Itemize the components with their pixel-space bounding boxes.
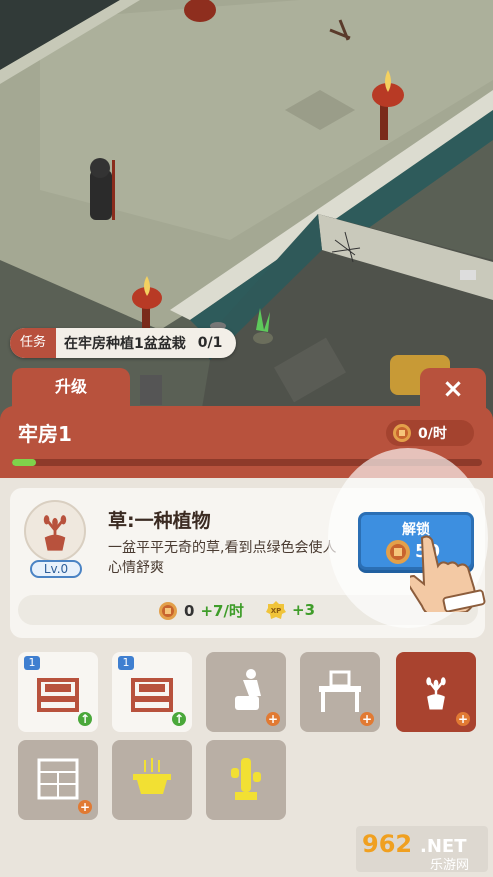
desk-icon — [319, 670, 361, 712]
income-rate-pill: 0/时 — [386, 420, 474, 446]
upgrade-arrow-icon: ↑ — [78, 712, 92, 726]
desk-slot[interactable]: + — [300, 652, 380, 732]
item-description: 一盆平平无奇的草,看到点绿色会使人心情舒爽 — [108, 540, 337, 576]
quest-tag: 任务 — [10, 328, 57, 358]
coin-icon — [386, 540, 410, 564]
cabinet-icon — [37, 758, 79, 800]
room-progress-fill — [12, 459, 36, 466]
svg-text:XP: XP — [271, 607, 282, 615]
quest-text: 在牢房种植1盆盆栽 — [64, 336, 186, 352]
add-plus-icon: + — [360, 712, 374, 726]
cactus-slot[interactable] — [206, 740, 286, 820]
site-watermark-logo: 962 .NET 乐游网 — [356, 826, 488, 872]
toilet-slot[interactable]: + — [206, 652, 286, 732]
svg-text:乐游网: 乐游网 — [430, 858, 469, 872]
add-plus-icon: + — [456, 712, 470, 726]
room-title: 牢房1 — [18, 422, 72, 446]
bed-slot-1[interactable]: 1 ↑ — [18, 652, 98, 732]
xp-icon: XP — [266, 601, 286, 619]
coin-icon — [159, 601, 177, 620]
reward-coin-rate: +7/时 — [200, 602, 244, 620]
upgrade-arrow-icon: ↑ — [172, 712, 186, 726]
tutorial-hand-icon — [410, 535, 486, 612]
item-level-badge: Lv.0 — [30, 560, 82, 578]
toilet-icon — [235, 669, 261, 710]
svg-text:962: 962 — [362, 830, 412, 858]
item-name: 草:一种植物 — [108, 510, 211, 532]
svg-text:.NET: .NET — [420, 836, 467, 857]
reward-xp-value: +3 — [292, 601, 316, 619]
plant-icon — [43, 515, 67, 551]
cabinet-slot[interactable]: + — [18, 740, 98, 820]
income-rate: 0/时 — [418, 426, 447, 442]
reward-coin-value: 0 — [184, 601, 195, 620]
cactus-icon — [231, 758, 261, 800]
plant-icon — [426, 677, 446, 710]
item-avatar — [24, 500, 86, 562]
reward-xp: XP +3 — [266, 600, 315, 620]
incense-slot[interactable] — [112, 740, 192, 820]
quest-count: 0/1 — [197, 335, 223, 351]
add-plus-icon: + — [266, 712, 280, 726]
bed-icon — [37, 678, 79, 712]
bed-icon — [131, 678, 173, 712]
add-plus-icon: + — [78, 800, 92, 814]
incense-burner-icon — [133, 758, 171, 794]
coin-icon — [393, 424, 411, 442]
plant-slot[interactable]: + — [396, 652, 476, 732]
quest-banner[interactable]: 任务 在牢房种植1盆盆栽 0/1 — [10, 328, 237, 358]
bed-slot-2[interactable]: 1 ↑ — [112, 652, 192, 732]
reward-coin: 0 +7/时 — [158, 600, 244, 621]
